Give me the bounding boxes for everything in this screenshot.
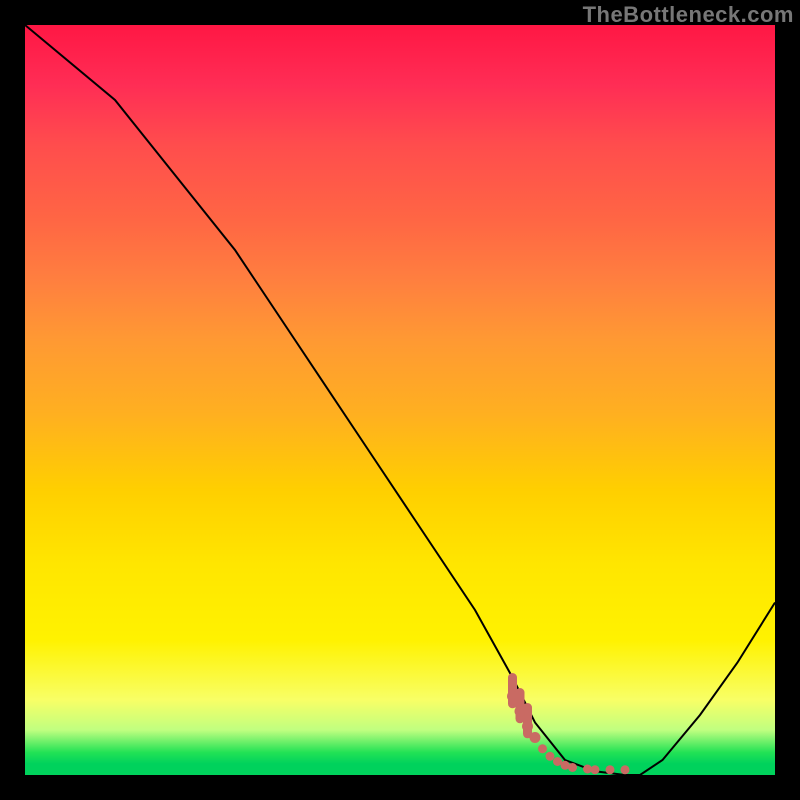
marker-dot bbox=[530, 732, 541, 743]
optimal-range-markers bbox=[507, 678, 630, 775]
marker-dot bbox=[515, 706, 526, 717]
marker-dot bbox=[546, 752, 555, 761]
marker-dot bbox=[538, 744, 547, 753]
marker-dot bbox=[568, 763, 577, 772]
marker-dot bbox=[522, 721, 533, 732]
plot-area bbox=[25, 25, 775, 775]
marker-dot bbox=[621, 765, 630, 774]
chart-svg bbox=[25, 25, 775, 775]
watermark-label: TheBottleneck.com bbox=[583, 2, 794, 28]
bottleneck-curve bbox=[25, 25, 775, 775]
chart-container: TheBottleneck.com bbox=[0, 0, 800, 800]
marker-dot bbox=[606, 765, 615, 774]
marker-dot bbox=[507, 691, 518, 702]
marker-dot bbox=[591, 765, 600, 774]
